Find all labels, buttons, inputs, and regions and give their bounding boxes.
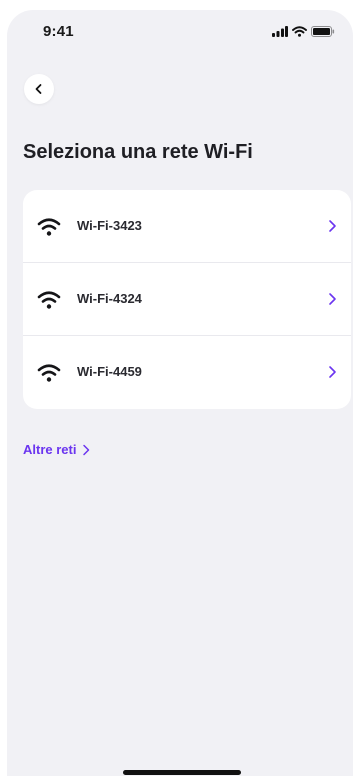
wifi-icon: [37, 364, 61, 382]
chevron-right-icon: [329, 366, 336, 378]
network-name: Wi-Fi-4324: [77, 291, 142, 306]
more-networks-link[interactable]: Altre reti: [23, 442, 90, 457]
status-time: 9:41: [43, 23, 74, 40]
more-networks-label: Altre reti: [23, 442, 77, 457]
status-bar: 9:41: [7, 10, 353, 50]
wifi-icon: [292, 26, 307, 37]
phone-screen: 9:41 Seleziona una rete Wi-Fi Wi-Fi-3423…: [7, 10, 353, 776]
battery-icon: [311, 26, 335, 37]
network-item[interactable]: Wi-Fi-3423: [23, 190, 351, 263]
network-name: Wi-Fi-3423: [77, 218, 142, 233]
wifi-icon: [37, 291, 61, 309]
signal-icon: [272, 26, 288, 37]
wifi-icon: [37, 218, 61, 236]
home-indicator: [123, 770, 241, 775]
network-list: Wi-Fi-3423 Wi-Fi-4324 Wi-Fi-4459: [23, 190, 351, 409]
network-item[interactable]: Wi-Fi-4324: [23, 263, 351, 336]
network-item[interactable]: Wi-Fi-4459: [23, 336, 351, 409]
chevron-left-icon: [35, 84, 42, 94]
chevron-right-icon: [83, 444, 90, 455]
chevron-right-icon: [329, 293, 336, 305]
network-name: Wi-Fi-4459: [77, 364, 142, 379]
page-title: Seleziona una rete Wi-Fi: [23, 141, 253, 163]
status-icons: [272, 26, 335, 37]
chevron-right-icon: [329, 220, 336, 232]
back-button[interactable]: [24, 74, 54, 104]
